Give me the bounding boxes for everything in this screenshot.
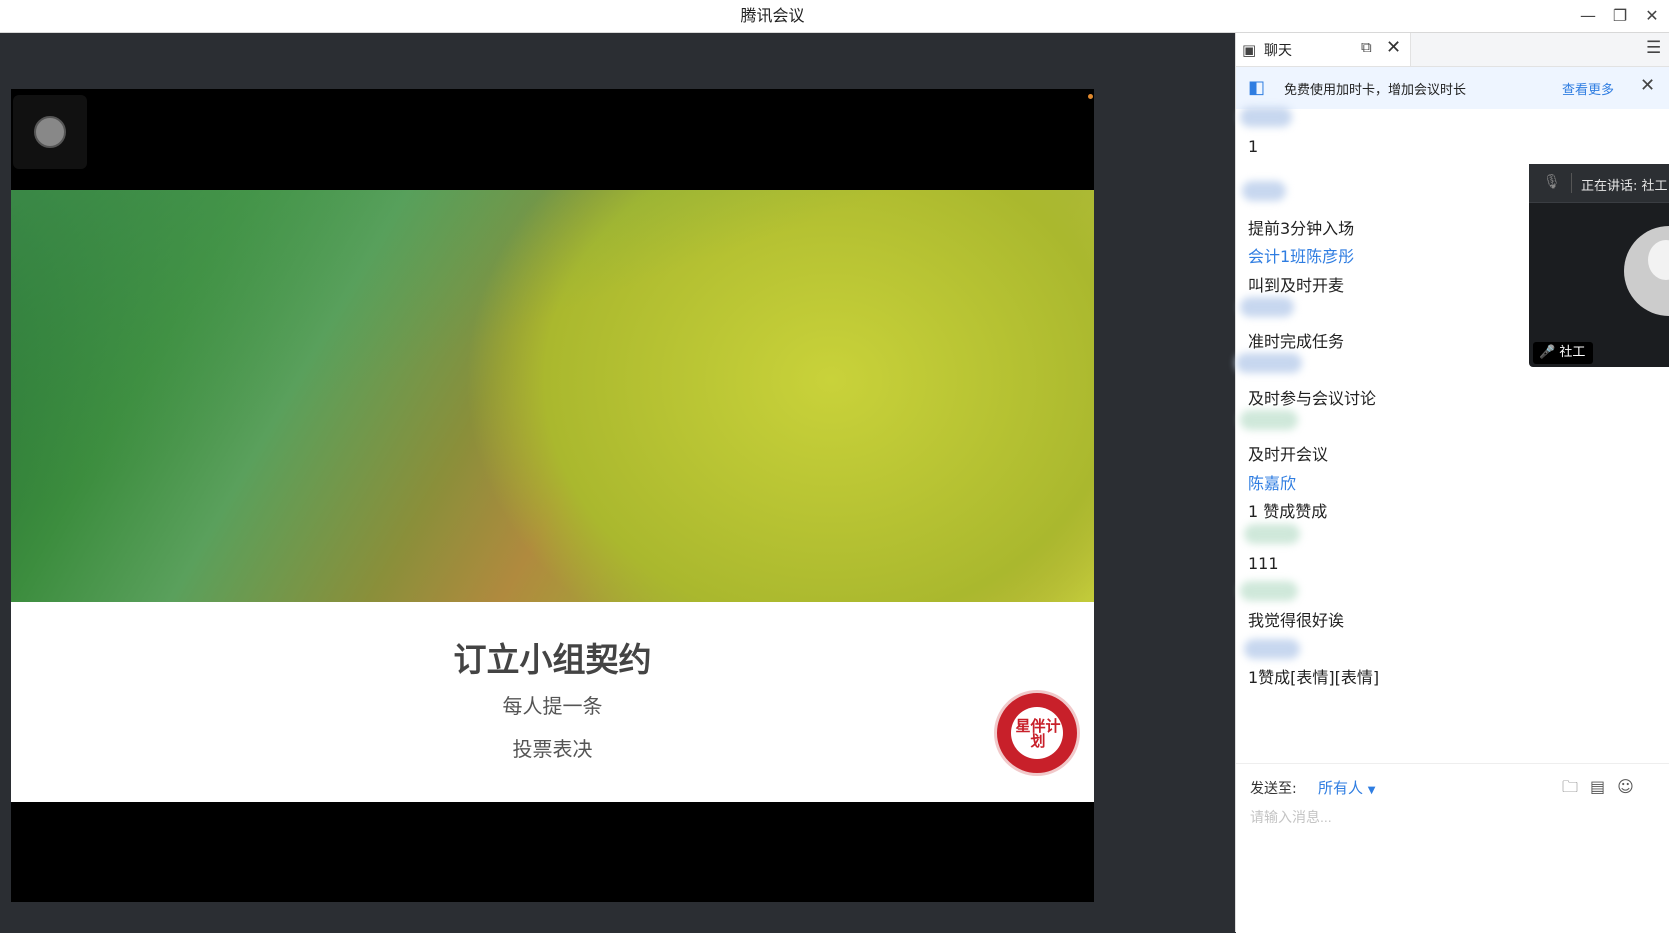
chat-message: 准时完成任务 [1248, 332, 1345, 351]
sender-name-blurred [1240, 581, 1298, 601]
program-logo: 星伴计划 [994, 690, 1080, 776]
chat-bubble-icon: ▣ [1242, 41, 1257, 59]
chat-message: 提前3分钟入场 [1248, 219, 1355, 238]
chat-message-mention[interactable]: 会计1班陈彦彤 [1248, 243, 1354, 267]
speaker-name: 社工 [1559, 345, 1586, 360]
send-to-dropdown[interactable]: 所有人 ▼ [1318, 777, 1376, 798]
sender-name-blurred [1240, 107, 1292, 127]
mic-icon: 🎤 [1539, 345, 1556, 360]
promo-text: 免费使用加时卡，增加会议时长 [1284, 83, 1467, 98]
window-title: 腾讯会议 [740, 6, 805, 25]
shared-screen-area: 订立小组契约 每人提一条 投票表决 星伴计划 [0, 33, 1235, 932]
status-indicator-icon [1088, 94, 1093, 99]
presentation-slide: 订立小组契约 每人提一条 投票表决 星伴计划 [11, 190, 1094, 802]
slide-background-image [11, 190, 1094, 602]
promo-banner: ◧ 免费使用加时卡，增加会议时长 查看更多 ✕ [1236, 67, 1669, 109]
restore-button[interactable]: ❐ [1604, 0, 1636, 32]
screenshot-icon[interactable]: ▤ [1590, 777, 1605, 796]
close-promo-icon[interactable]: ✕ [1640, 75, 1655, 96]
sender-name-blurred [1240, 410, 1298, 430]
chat-message-mention[interactable]: 陈嘉欣 [1248, 470, 1296, 494]
chat-message: 1 赞成赞成 [1248, 502, 1328, 521]
chat-message: 我觉得很好诶 [1248, 611, 1345, 630]
folder-icon[interactable]: 🗀 [1562, 777, 1578, 796]
chat-message: 1赞成[表情][表情] [1248, 668, 1380, 687]
speaking-label: 正在讲话: 社工 [1581, 179, 1668, 194]
logo-text: 星伴计划 [1015, 717, 1061, 750]
speaker-status-bar: 🎙 正在讲话: 社工 [1529, 164, 1669, 203]
sender-name-blurred [1244, 639, 1300, 659]
sender-name-blurred [1236, 353, 1302, 373]
send-to-value: 所有人 [1318, 779, 1364, 797]
tab-chat-label: 聊天 [1264, 43, 1292, 59]
chat-message: 叫到及时开麦 [1248, 276, 1345, 295]
avatar [1624, 226, 1669, 316]
shared-screen-video: 订立小组契约 每人提一条 投票表决 星伴计划 [11, 89, 1094, 902]
active-speaker-video[interactable]: 🎙 正在讲话: 社工 🎤 社工 [1529, 164, 1669, 367]
chat-message: 111 [1248, 554, 1279, 573]
compose-tools: 🗀 ▤ ☺ [1562, 776, 1646, 803]
sender-name-blurred [1240, 297, 1294, 317]
send-to-label: 发送至: [1250, 781, 1297, 797]
speaker-icon: ◧ [1248, 77, 1266, 98]
minimize-button[interactable]: — [1572, 0, 1604, 32]
chat-message: 1 [1248, 137, 1259, 156]
dropdown-arrow-icon: ▼ [1367, 785, 1376, 796]
record-button[interactable] [13, 95, 87, 169]
speaker-name-tag: 🎤 社工 [1533, 342, 1594, 364]
chat-message: 及时参与会议讨论 [1248, 389, 1377, 408]
tab-chat[interactable]: ▣ 聊天 ⧉ ✕ [1236, 33, 1411, 66]
sender-name-blurred [1242, 181, 1286, 201]
record-icon [34, 116, 66, 148]
popout-icon[interactable]: ⧉ [1361, 38, 1372, 56]
user-icon[interactable]: ☺ [1617, 777, 1634, 796]
promo-more-link[interactable]: 查看更多 [1562, 79, 1614, 98]
title-bar: 腾讯会议 — ❐ ✕ [0, 0, 1669, 33]
close-chat-icon[interactable]: ✕ [1386, 37, 1401, 58]
message-input[interactable] [1248, 806, 1662, 828]
slide-title: 订立小组契约 [453, 640, 652, 679]
microphone-icon: 🎙 [1543, 174, 1561, 190]
slide-line-1: 每人提一条 [502, 694, 603, 718]
sender-name-blurred [1244, 524, 1300, 544]
chat-tab-bar: ▣ 聊天 ⧉ ✕ ☰ [1236, 33, 1669, 67]
slide-line-2: 投票表决 [512, 737, 593, 761]
chat-compose: 发送至: 所有人 ▼ 🗀 ▤ ☺ [1236, 763, 1669, 933]
chat-message: 及时开会议 [1248, 445, 1329, 464]
menu-icon[interactable]: ☰ [1646, 38, 1661, 58]
close-window-button[interactable]: ✕ [1636, 0, 1668, 32]
